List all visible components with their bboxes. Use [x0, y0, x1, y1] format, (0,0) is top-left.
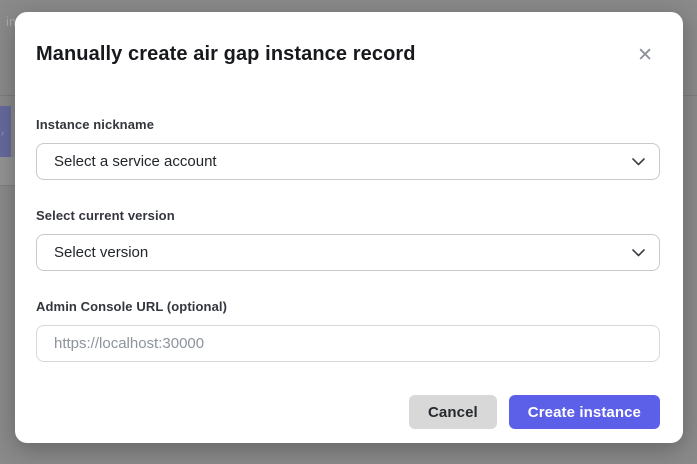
- modal-title: Manually create air gap instance record: [36, 42, 416, 66]
- cancel-button[interactable]: Cancel: [409, 395, 497, 429]
- field-instance-nickname: Instance nickname Select a service accou…: [36, 117, 660, 180]
- current-version-select[interactable]: Select version: [36, 234, 660, 271]
- admin-console-url-input[interactable]: [36, 325, 660, 362]
- admin-console-url-label: Admin Console URL (optional): [36, 299, 660, 314]
- create-airgap-instance-modal: Manually create air gap instance record …: [15, 12, 683, 443]
- background-caret-icon: ›: [0, 128, 5, 138]
- current-version-label: Select current version: [36, 208, 660, 223]
- instance-nickname-select-value: Select a service account: [54, 153, 217, 170]
- modal-footer: Cancel Create instance: [36, 395, 660, 429]
- modal-header: Manually create air gap instance record …: [36, 12, 660, 67]
- background-button-edge: ›: [0, 106, 11, 157]
- modal-form: Instance nickname Select a service accou…: [36, 117, 660, 362]
- background-divider-lower: [0, 185, 15, 186]
- field-admin-console-url: Admin Console URL (optional): [36, 299, 660, 362]
- chevron-down-icon: [632, 158, 645, 166]
- instance-nickname-select[interactable]: Select a service account: [36, 143, 660, 180]
- chevron-down-icon: [632, 249, 645, 257]
- field-current-version: Select current version Select version: [36, 208, 660, 271]
- close-icon[interactable]: ✕: [633, 44, 657, 67]
- create-instance-button[interactable]: Create instance: [509, 395, 660, 429]
- background-panel-edge: [0, 157, 15, 185]
- instance-nickname-label: Instance nickname: [36, 117, 660, 132]
- current-version-select-value: Select version: [54, 244, 148, 261]
